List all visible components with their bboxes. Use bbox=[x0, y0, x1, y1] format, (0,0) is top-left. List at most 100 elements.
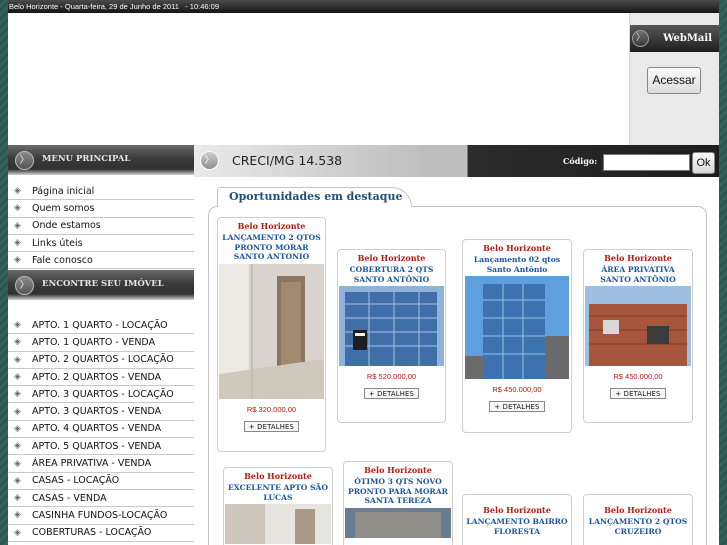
property-photo[interactable] bbox=[339, 286, 444, 366]
property-photo[interactable] bbox=[219, 263, 324, 399]
menu-item-links[interactable]: ◈ Links úteis bbox=[8, 235, 194, 253]
property-type-item[interactable]: ◈ APTO. 5 QUARTOS - VENDA bbox=[8, 438, 194, 456]
property-card[interactable]: Belo Horizonte ÓTIMO 3 QTS NOVO PRONTO P… bbox=[343, 461, 453, 545]
property-type-label: APTO. 2 QUARTOS - VENDA bbox=[32, 371, 162, 383]
diamond-bullet-icon: ◈ bbox=[14, 372, 21, 383]
property-type-label: APTO. 2 QUARTOS - LOCAÇÃO bbox=[32, 354, 174, 366]
webmail-panel: 〉 WebMail Acessar bbox=[629, 13, 719, 145]
creci-number: CRECI/MG 14.538 bbox=[232, 153, 343, 168]
property-price: R$ 450.000,00 bbox=[613, 372, 663, 381]
diamond-bullet-icon: ◈ bbox=[14, 203, 21, 214]
creci-bar: 〉 CRECI/MG 14.538 Código: Ok bbox=[194, 145, 719, 177]
menu-item-label: Página inicial bbox=[32, 185, 95, 197]
property-photo[interactable] bbox=[585, 286, 691, 366]
page: Belo Horizonte - Quarta-feira, 29 de Jun… bbox=[8, 0, 719, 545]
main-menu-list: ◈ Página inicial ◈ Quem somos ◈ Onde estamo… bbox=[8, 183, 194, 270]
property-title: LANÇAMENTO 2 QTOS CRUZEIRO bbox=[588, 517, 688, 536]
property-photo[interactable] bbox=[345, 507, 451, 538]
property-city: Belo Horizonte bbox=[237, 221, 306, 231]
property-city: Belo Horizonte bbox=[604, 253, 672, 263]
details-button[interactable]: + DETALHES bbox=[243, 420, 300, 432]
chevron-right-icon: 〉 bbox=[15, 276, 34, 295]
property-type-item[interactable]: ◈ APTO. 2 QUARTOS - LOCAÇÃO bbox=[8, 352, 194, 369]
diamond-bullet-icon: ◈ bbox=[14, 423, 21, 434]
find-property-header: 〉 ENCONTRE SEU IMÓVEL bbox=[8, 270, 194, 300]
property-type-item[interactable]: ◈ CASINHA FUNDOS-LOCAÇÃO bbox=[8, 507, 194, 525]
sidebar: 〉 MENU PRINCIPAL ◈ Página inicial ◈ Quem s… bbox=[8, 145, 194, 545]
property-type-item[interactable]: ◈ APTO. 4 QUARTOS - VENDA bbox=[8, 421, 194, 439]
property-price: R$ 320.000,00 bbox=[246, 404, 297, 414]
diamond-bullet-icon: ◈ bbox=[14, 354, 21, 365]
details-button[interactable]: + DETALHES bbox=[610, 388, 666, 399]
header-shade bbox=[8, 294, 194, 300]
property-card[interactable]: Belo Horizonte Lançamento 02 qtos Santo … bbox=[462, 239, 572, 433]
property-title: LANÇAMENTO 2 QTOS PRONTO MORAR SANTO ANT… bbox=[222, 233, 321, 261]
date-time-bar: Belo Horizonte - Quarta-feira, 29 de Jun… bbox=[8, 0, 719, 13]
code-search-button[interactable]: Ok bbox=[692, 152, 715, 174]
property-title: LANÇAMENTO BAIRRO FLORESTA bbox=[466, 517, 568, 536]
property-price: R$ 520.000,00 bbox=[366, 372, 417, 381]
property-type-item[interactable]: ◈ COBERTURAS - LOCAÇÃO bbox=[8, 525, 194, 542]
property-type-item[interactable]: ◈ APTO. 3 QUARTOS - LOCAÇÃO bbox=[8, 386, 194, 404]
property-card[interactable]: Belo Horizonte ÁREA PRIVATIVA SANTO ANTÔ… bbox=[583, 249, 693, 423]
property-type-item[interactable]: ◈ CASAS - VENDA bbox=[8, 490, 194, 508]
property-type-label: APTO. 1 QUARTO - VENDA bbox=[32, 336, 156, 348]
diamond-bullet-icon: ◈ bbox=[14, 510, 21, 521]
menu-item-label: Onde estamos bbox=[32, 220, 101, 232]
menu-item-about[interactable]: ◈ Quem somos bbox=[8, 200, 194, 218]
property-type-label: ÁREA PRIVATIVA - VENDA bbox=[32, 458, 152, 470]
menu-item-contact[interactable]: ◈ Fale conosco bbox=[8, 252, 194, 270]
property-card[interactable]: Belo Horizonte LANÇAMENTO BAIRRO FLOREST… bbox=[462, 494, 572, 545]
property-card[interactable]: Belo Horizonte COBERTURA 2 QTS SANTO ANT… bbox=[337, 249, 446, 423]
property-title: ÓTIMO 3 QTS NOVO PRONTO PARA MORAR SANTA… bbox=[348, 477, 448, 505]
property-card[interactable]: Belo Horizonte LANÇAMENTO 2 QTOS PRONTO … bbox=[217, 217, 326, 452]
webmail-access-button[interactable]: Acessar bbox=[647, 67, 701, 94]
property-photo[interactable] bbox=[225, 504, 331, 544]
property-type-label: APTO. 3 QUARTOS - LOCAÇÃO bbox=[32, 388, 174, 400]
diamond-bullet-icon: ◈ bbox=[14, 475, 21, 486]
header-shade bbox=[8, 169, 194, 175]
webmail-title: WebMail bbox=[663, 33, 712, 44]
property-city: Belo Horizonte bbox=[483, 505, 551, 515]
property-price: R$ 450.000,00 bbox=[492, 385, 542, 394]
property-card[interactable]: Belo Horizonte EXCELENTE APTO SÃO LUCAS bbox=[223, 467, 333, 545]
property-title: EXCELENTE APTO SÃO LUCAS bbox=[227, 483, 329, 502]
property-type-label: APTO. 1 QUARTO - LOCAÇÃO bbox=[32, 319, 168, 331]
property-type-label: APTO. 3 QUARTOS - VENDA bbox=[32, 406, 162, 418]
property-type-item[interactable]: ◈ ÁREA PRIVATIVA - VENDA bbox=[8, 455, 194, 473]
details-button[interactable]: + DETALHES bbox=[489, 401, 545, 412]
diamond-bullet-icon: ◈ bbox=[14, 458, 21, 469]
chevron-right-icon: 〉 bbox=[632, 30, 649, 47]
menu-item-label: Quem somos bbox=[32, 202, 95, 214]
featured-tab: Oportunidades em destaque bbox=[217, 187, 412, 207]
property-city: Belo Horizonte bbox=[483, 243, 551, 253]
diamond-bullet-icon: ◈ bbox=[14, 220, 21, 231]
featured-title: Oportunidades em destaque bbox=[229, 190, 403, 203]
property-type-item[interactable]: ◈ CASAS - LOCAÇÃO bbox=[8, 473, 194, 490]
property-type-label: CASINHA FUNDOS-LOCAÇÃO bbox=[32, 509, 168, 521]
property-title: ÁREA PRIVATIVA SANTO ANTÔNIO bbox=[600, 265, 676, 284]
property-type-item[interactable]: ◈ APTO. 2 QUARTOS - VENDA bbox=[8, 369, 194, 387]
diamond-bullet-icon: ◈ bbox=[14, 389, 21, 400]
property-city: Belo Horizonte bbox=[244, 471, 312, 481]
property-type-item[interactable]: ◈ APTO. 1 QUARTO - LOCAÇÃO bbox=[8, 317, 194, 335]
property-photo[interactable] bbox=[465, 276, 569, 379]
menu-item-label: Links úteis bbox=[32, 237, 83, 249]
property-card[interactable]: Belo Horizonte LANÇAMENTO 2 QTOS CRUZEIR… bbox=[583, 494, 693, 545]
chevron-right-icon: 〉 bbox=[200, 151, 219, 170]
property-type-label: COBERTURAS - LOCAÇÃO bbox=[32, 527, 152, 539]
diamond-bullet-icon: ◈ bbox=[14, 255, 21, 266]
property-type-item[interactable]: ◈ APTO. 3 QUARTOS - VENDA bbox=[8, 403, 194, 421]
property-city: Belo Horizonte bbox=[604, 505, 672, 515]
menu-item-location[interactable]: ◈ Onde estamos bbox=[8, 218, 194, 235]
diamond-bullet-icon: ◈ bbox=[14, 238, 21, 249]
code-search-input[interactable] bbox=[603, 154, 690, 171]
diamond-bullet-icon: ◈ bbox=[14, 406, 21, 417]
banner: 〉 WebMail Acessar bbox=[8, 13, 719, 145]
menu-item-label: Fale conosco bbox=[32, 254, 93, 266]
diamond-bullet-icon: ◈ bbox=[14, 186, 21, 197]
property-type-item[interactable]: ◈ APTO. 1 QUARTO - VENDA bbox=[8, 334, 194, 352]
details-button[interactable]: + DETALHES bbox=[363, 388, 420, 399]
property-type-label: APTO. 5 QUARTOS - VENDA bbox=[32, 440, 162, 452]
menu-item-home[interactable]: ◈ Página inicial bbox=[8, 183, 194, 201]
